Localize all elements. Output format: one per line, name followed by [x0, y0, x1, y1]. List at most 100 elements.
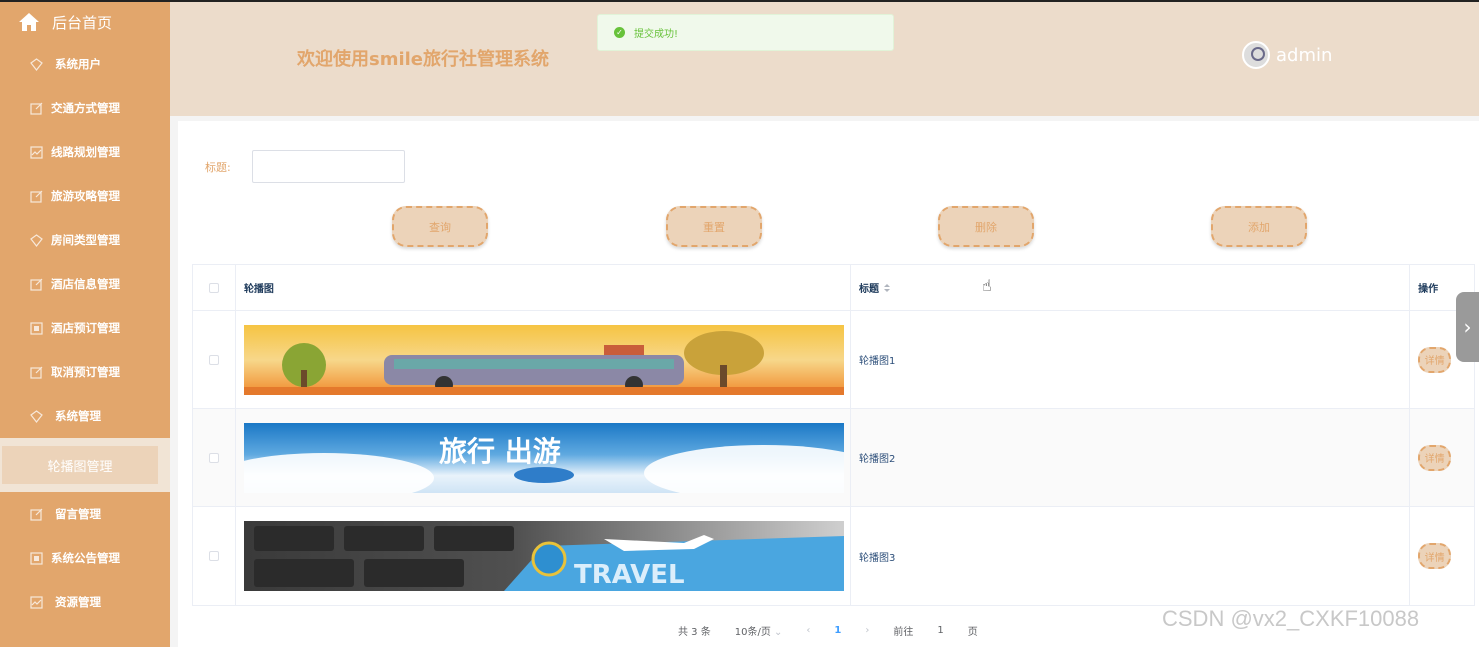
sidebar-item-label: 留言管理 — [55, 507, 101, 521]
image-cell — [236, 311, 851, 408]
delete-button[interactable]: 删除 — [938, 206, 1034, 247]
page-number[interactable]: 1 — [834, 625, 841, 636]
sort-icon[interactable] — [883, 283, 890, 292]
image-cell: TRAVEL — [236, 507, 851, 605]
pager-total: 共 3 条 — [678, 627, 711, 638]
check-icon: ✓ — [614, 27, 625, 38]
title-cell: 轮播图1 — [851, 311, 1411, 408]
sidebar-item-label: 系统管理 — [55, 409, 101, 423]
doc-icon — [30, 551, 43, 565]
sidebar-item-hotel-info[interactable]: 酒店信息管理 — [0, 262, 170, 306]
sidebar-home[interactable]: 后台首页 — [0, 2, 170, 42]
detail-button[interactable]: 详情 — [1418, 346, 1452, 373]
sidebar-item-label: 系统用户 — [55, 57, 101, 71]
carousel-image-1 — [243, 324, 844, 395]
row-check-cell — [193, 311, 236, 408]
diamond-icon — [30, 409, 43, 423]
chevron-right-icon[interactable]: › — [1456, 292, 1479, 362]
sidebar-item-transport[interactable]: 交通方式管理 — [0, 86, 170, 130]
home-icon — [18, 12, 40, 32]
diamond-icon — [30, 57, 43, 71]
edit-icon — [30, 190, 43, 203]
select-all-checkbox[interactable] — [208, 282, 219, 293]
sidebar-item-messages[interactable]: 留言管理 — [0, 492, 170, 536]
table-header-row: 轮播图 标题 操作 — [193, 265, 1474, 311]
sidebar-item-label: 房间类型管理 — [51, 233, 120, 247]
sidebar-item-label: 资源管理 — [55, 595, 101, 609]
edit-icon — [30, 366, 43, 379]
table-row: TRAVEL 轮播图3 详情 — [193, 507, 1474, 605]
banner3-text: TRAVEL — [574, 560, 685, 590]
banner2-text: 旅行 出游 — [439, 435, 561, 468]
next-page-icon[interactable]: › — [865, 625, 869, 636]
carousel-table: 轮播图 标题 操作 轮播图1 详情 旅行 出游 轮播图2 详情 TRAVEL 轮… — [192, 264, 1475, 606]
diamond-icon — [30, 233, 43, 247]
watermark: CSDN @vx2_CXKF10088 — [1162, 606, 1420, 631]
sidebar-item-route[interactable]: 线路规划管理 — [0, 130, 170, 174]
edit-icon — [30, 102, 43, 115]
op-cell: 详情 — [1410, 507, 1474, 605]
sidebar-item-label: 取消预订管理 — [51, 365, 120, 379]
row-check-cell — [193, 409, 236, 506]
sidebar-item-hotel-booking[interactable]: 酒店预订管理 — [0, 306, 170, 350]
sidebar-home-label: 后台首页 — [52, 13, 113, 32]
sidebar-item-label: 交通方式管理 — [51, 101, 120, 115]
app-root: 后台首页 系统用户 交通方式管理 线路规划管理 旅游攻略管理 房间类型管理 酒店… — [0, 0, 1479, 647]
page-size-label: 10条/页 — [734, 627, 771, 638]
sidebar-item-system-users[interactable]: 系统用户 — [0, 42, 170, 86]
goto-prefix: 前往 — [893, 627, 914, 638]
title-search-input[interactable] — [252, 150, 405, 183]
carousel-image-3: TRAVEL — [243, 521, 844, 591]
row-checkbox[interactable] — [208, 354, 219, 365]
chevron-down-icon: ⌄ — [774, 627, 783, 638]
sidebar-item-carousel-wrap: 轮播图管理 — [0, 438, 170, 492]
goto-suffix: 页 — [967, 627, 978, 638]
sidebar-item-label: 酒店预订管理 — [51, 321, 120, 335]
toast-message: 提交成功! — [634, 29, 679, 40]
edit-icon — [30, 278, 43, 291]
header-title-label: 标题 — [858, 284, 879, 295]
detail-button[interactable]: 详情 — [1418, 444, 1452, 471]
sidebar-item-label: 旅游攻略管理 — [51, 189, 120, 203]
chart-icon — [30, 145, 43, 159]
row-checkbox[interactable] — [208, 551, 219, 561]
user-menu[interactable]: admin — [1242, 41, 1332, 69]
sidebar-item-system[interactable]: 系统管理 — [0, 394, 170, 438]
hand-cursor-icon: ☝ — [982, 276, 992, 295]
add-button[interactable]: 添加 — [1211, 206, 1307, 247]
sidebar-item-guide[interactable]: 旅游攻略管理 — [0, 174, 170, 218]
table-row: 旅行 出游 轮播图2 详情 — [193, 409, 1474, 507]
header-title[interactable]: 标题 — [851, 265, 1411, 310]
detail-button[interactable]: 详情 — [1418, 543, 1452, 569]
sidebar-item-label: 酒店信息管理 — [51, 277, 120, 291]
prev-page-icon[interactable]: ‹ — [806, 625, 810, 636]
sidebar-item-announcements[interactable]: 系统公告管理 — [0, 536, 170, 580]
goto-input[interactable]: 1 — [937, 625, 943, 636]
query-button[interactable]: 查询 — [392, 206, 488, 247]
row-check-cell — [193, 507, 236, 605]
sidebar-item-cancel-booking[interactable]: 取消预订管理 — [0, 350, 170, 394]
sidebar-item-carousel[interactable]: 轮播图管理 — [2, 446, 158, 484]
title-cell: 轮播图2 — [851, 409, 1411, 506]
select-all-cell — [193, 265, 236, 310]
sidebar-item-label: 线路规划管理 — [51, 145, 120, 159]
doc-icon — [30, 321, 43, 335]
search-label: 标题: — [205, 161, 231, 174]
main-content: 标题: 查询 重置 删除 添加 轮播图 标题 操作 轮播图1 详情 旅行 出游 … — [178, 121, 1479, 647]
carousel-image-2: 旅行 出游 — [243, 422, 844, 493]
sidebar-item-room-type[interactable]: 房间类型管理 — [0, 218, 170, 262]
title-cell: 轮播图3 — [851, 507, 1411, 605]
avatar — [1242, 41, 1270, 69]
page-title: 欢迎使用smile旅行社管理系统 — [297, 49, 550, 70]
reset-button[interactable]: 重置 — [666, 206, 762, 247]
sidebar: 后台首页 系统用户 交通方式管理 线路规划管理 旅游攻略管理 房间类型管理 酒店… — [0, 0, 170, 647]
sidebar-item-label: 系统公告管理 — [51, 551, 120, 565]
success-toast: ✓ 提交成功! — [597, 14, 894, 51]
sidebar-item-resources[interactable]: 资源管理 — [0, 580, 170, 624]
row-checkbox[interactable] — [208, 452, 219, 463]
pagination: 共 3 条 10条/页 ⌄ ‹ 1 › 前往 1 页 — [678, 623, 1002, 638]
edit-icon — [30, 508, 43, 521]
page-size-select[interactable]: 10条/页 ⌄ — [735, 623, 783, 638]
chart-icon — [30, 595, 43, 609]
image-cell: 旅行 出游 — [236, 409, 851, 506]
